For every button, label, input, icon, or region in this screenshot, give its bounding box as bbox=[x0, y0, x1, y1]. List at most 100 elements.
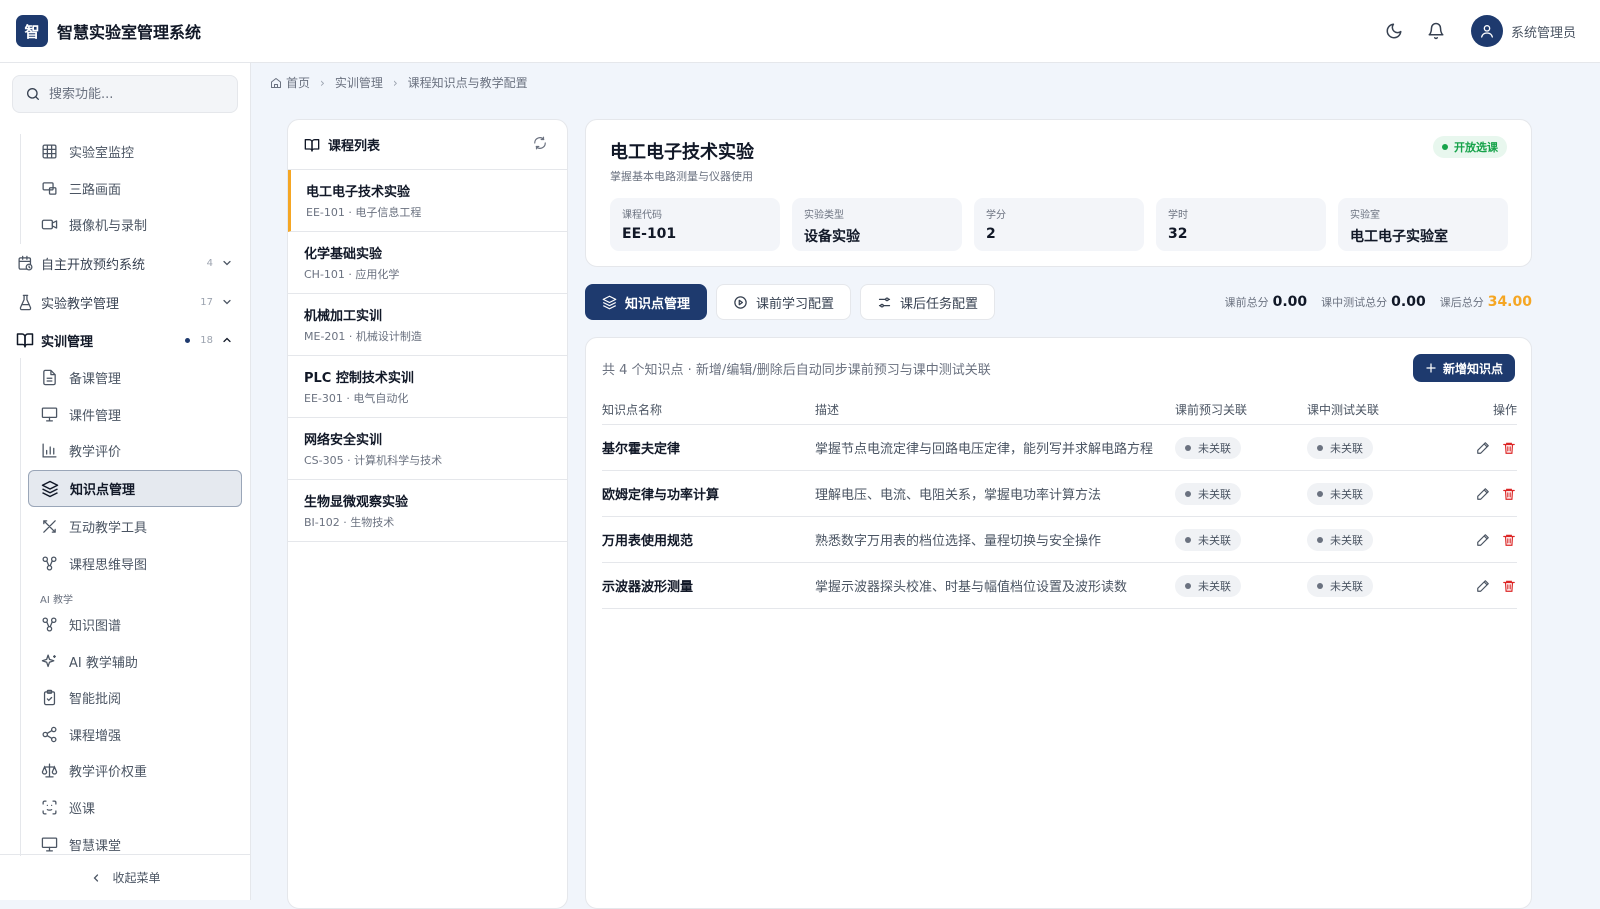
config-tabs: 知识点管理 课前学习配置 课后任务配置 bbox=[585, 284, 1004, 320]
sidebar-item-evaluation[interactable]: 教学评价 bbox=[0, 433, 251, 467]
edit-icon[interactable] bbox=[1475, 578, 1491, 594]
bar-chart-icon bbox=[40, 441, 58, 459]
sidebar-item-mindmap[interactable]: 课程思维导图 bbox=[0, 546, 251, 580]
breadcrumb-level1[interactable]: 实训管理 bbox=[335, 74, 383, 91]
status-badge: 未关联 bbox=[1307, 574, 1373, 597]
edit-icon[interactable] bbox=[1475, 532, 1491, 548]
knowledge-card: 共 4 个知识点 · 新增/编辑/删除后自动同步课前预习与课中测试关联 新增知识… bbox=[585, 337, 1532, 909]
app-title: 智慧实验室管理系统 bbox=[57, 23, 202, 42]
file-text-icon bbox=[40, 368, 58, 386]
sidebar-item-courseware[interactable]: 课件管理 bbox=[0, 397, 251, 431]
status-dot bbox=[1442, 144, 1448, 150]
course-item[interactable]: 网络安全实训 CS-305 · 计算机科学与技术 bbox=[288, 418, 567, 480]
sidebar-group-teaching[interactable]: 实验教学管理 17 bbox=[0, 285, 251, 319]
mid-total-label: 课中测试总分 bbox=[1321, 296, 1388, 309]
table-row: 示波器波形测量 掌握示波器探头校准、时基与幅值档位设置及波形读数 未关联 未关联 bbox=[602, 563, 1517, 609]
status-badge: 未关联 bbox=[1307, 528, 1373, 551]
table-row: 基尔霍夫定律 掌握节点电流定律与回路电压定律，能列写并求解电路方程 未关联 未关… bbox=[602, 425, 1517, 471]
mindmap-icon bbox=[40, 554, 58, 572]
calendar-clock-icon bbox=[16, 254, 34, 272]
sliders-icon bbox=[877, 295, 892, 310]
sidebar-nav: 实验室监控 三路画面 摄像机与录制 自主开放预约系统 4 实验教学管理 17 实… bbox=[0, 134, 251, 856]
refresh-icon[interactable] bbox=[533, 136, 547, 154]
status-badge: 未关联 bbox=[1175, 482, 1241, 505]
sidebar-item-eval-weight[interactable]: 教学评价权重 bbox=[0, 753, 251, 787]
post-total-value: 34.00 bbox=[1487, 294, 1532, 310]
trash-icon[interactable] bbox=[1501, 440, 1517, 456]
pre-total-label: 课前总分 bbox=[1224, 296, 1269, 309]
search-input[interactable] bbox=[49, 86, 219, 102]
home-icon bbox=[271, 77, 281, 88]
sidebar-group-training[interactable]: 实训管理 18 bbox=[0, 323, 251, 357]
course-item[interactable]: 化学基础实验 CH-101 · 应用化学 bbox=[288, 232, 567, 294]
course-item[interactable]: 生物显微观察实验 BI-102 · 生物技术 bbox=[288, 480, 567, 542]
metric-course-code: 课程代码 EE-101 bbox=[610, 198, 780, 251]
sidebar-item-course-enhance[interactable]: 课程增强 bbox=[0, 717, 251, 751]
moon-icon[interactable] bbox=[1383, 20, 1405, 42]
clipboard-check-icon bbox=[40, 688, 58, 706]
breadcrumb-home[interactable]: 首页 bbox=[286, 74, 310, 91]
sidebar-item-knowledge[interactable]: 知识点管理 bbox=[28, 470, 242, 507]
sidebar-item-lesson-prep[interactable]: 备课管理 bbox=[0, 360, 251, 394]
book-open-icon bbox=[304, 138, 320, 152]
sidebar-item-ai-assist[interactable]: AI 教学辅助 bbox=[0, 644, 251, 678]
layers-icon bbox=[41, 480, 59, 498]
breadcrumb: 首页 › 实训管理 › 课程知识点与教学配置 bbox=[270, 74, 528, 91]
sidebar-item-knowledge-graph[interactable]: 知识图谱 bbox=[0, 607, 251, 641]
play-circle-icon bbox=[733, 295, 748, 310]
add-knowledge-button[interactable]: 新增知识点 bbox=[1412, 354, 1515, 382]
course-item[interactable]: 电工电子技术实验 EE-101 · 电子信息工程 bbox=[288, 170, 567, 232]
book-open-icon bbox=[16, 331, 34, 349]
collapse-menu-button[interactable]: 收起菜单 bbox=[0, 854, 251, 900]
status-badge: 未关联 bbox=[1307, 482, 1373, 505]
trash-icon[interactable] bbox=[1501, 532, 1517, 548]
tab-knowledge[interactable]: 知识点管理 bbox=[585, 284, 708, 320]
course-list-header: 课程列表 bbox=[288, 120, 567, 170]
course-item[interactable]: PLC 控制技术实训 EE-301 · 电气自动化 bbox=[288, 356, 567, 418]
sidebar-item-smart-grading[interactable]: 智能批阅 bbox=[0, 680, 251, 714]
sidebar-item-camera[interactable]: 摄像机与录制 bbox=[0, 207, 251, 241]
bell-icon[interactable] bbox=[1425, 20, 1447, 42]
sidebar-item-smart-classroom[interactable]: 智慧课堂 bbox=[0, 827, 251, 856]
tools-icon bbox=[40, 517, 58, 535]
status-badge: 未关联 bbox=[1175, 528, 1241, 551]
edit-icon[interactable] bbox=[1475, 486, 1491, 502]
metric-lab-room: 实验室 电工电子实验室 bbox=[1338, 198, 1508, 251]
tab-pre-class[interactable]: 课前学习配置 bbox=[716, 284, 852, 320]
tab-post-class[interactable]: 课后任务配置 bbox=[860, 284, 996, 320]
metric-hours: 学时 32 bbox=[1156, 198, 1326, 251]
app-logo: 智 bbox=[16, 15, 48, 47]
sidebar-item-patrol[interactable]: 巡课 bbox=[0, 790, 251, 824]
search-box[interactable] bbox=[12, 75, 238, 113]
sidebar-item-three-view[interactable]: 三路画面 bbox=[0, 171, 251, 205]
username[interactable]: 系统管理员 bbox=[1511, 22, 1576, 41]
course-title: 电工电子技术实验 bbox=[610, 142, 754, 163]
status-badge: 未关联 bbox=[1175, 574, 1241, 597]
active-dot bbox=[185, 337, 191, 343]
table-row: 欧姆定律与功率计算 理解电压、电流、电阻关系，掌握电功率计算方法 未关联 未关联 bbox=[602, 471, 1517, 517]
screens-icon bbox=[40, 179, 58, 197]
sidebar-item-interactive-tools[interactable]: 互动教学工具 bbox=[0, 509, 251, 543]
post-total-label: 课后总分 bbox=[1439, 296, 1484, 309]
course-item[interactable]: 机械加工实训 ME-201 · 机械设计制造 bbox=[288, 294, 567, 356]
top-bar: 智 智慧实验室管理系统 系统管理员 bbox=[0, 0, 1600, 63]
chevron-down-icon bbox=[221, 257, 233, 269]
status-badge: 未关联 bbox=[1307, 436, 1373, 459]
sparkles-icon bbox=[40, 652, 58, 670]
score-totals: 课前总分 0.00 课中测试总分 0.00 课后总分 34.00 bbox=[1225, 294, 1532, 310]
pre-total-value: 0.00 bbox=[1272, 294, 1308, 310]
col-mid: 课中测试关联 bbox=[1307, 402, 1380, 417]
section-label-ai: AI 教学 bbox=[40, 595, 73, 606]
chevron-right-icon: › bbox=[320, 75, 325, 90]
trash-icon[interactable] bbox=[1501, 486, 1517, 502]
table-header: 知识点名称 描述 课前预习关联 课中测试关联 操作 bbox=[602, 394, 1517, 425]
trash-icon[interactable] bbox=[1501, 578, 1517, 594]
collapse-menu-label: 收起菜单 bbox=[112, 871, 161, 885]
sidebar-item-lab-monitor[interactable]: 实验室监控 bbox=[0, 134, 251, 168]
status-badge: 开放选课 bbox=[1433, 136, 1507, 158]
edit-icon[interactable] bbox=[1475, 440, 1491, 456]
share-icon bbox=[40, 725, 58, 743]
course-info-card: 电工电子技术实验 掌握基本电路测量与仪器使用 开放选课 课程代码 EE-101 … bbox=[585, 119, 1532, 267]
avatar[interactable] bbox=[1470, 15, 1503, 47]
sidebar-group-booking[interactable]: 自主开放预约系统 4 bbox=[0, 246, 251, 280]
